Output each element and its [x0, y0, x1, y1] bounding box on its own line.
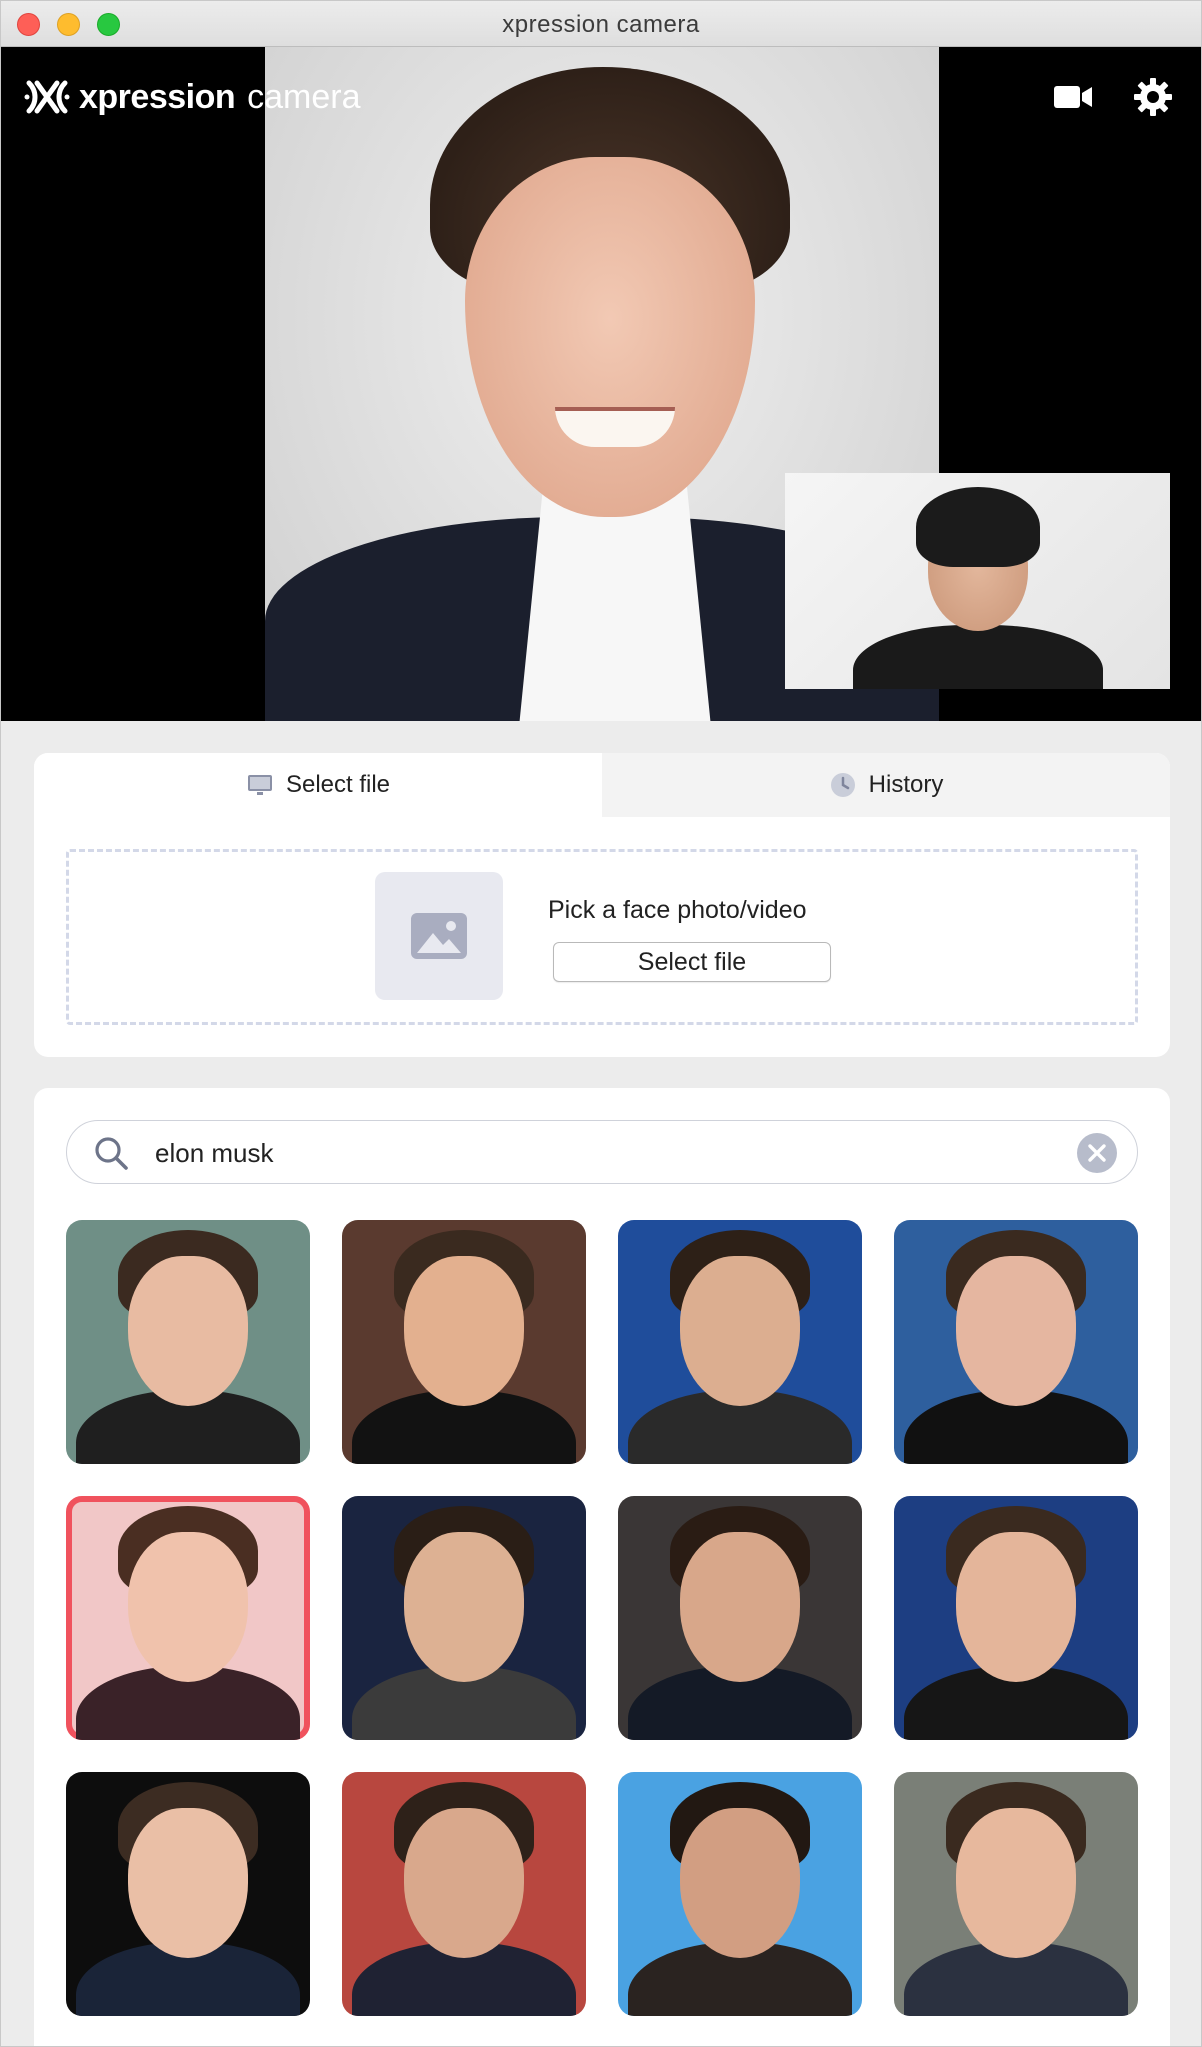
- result-subject-face: [680, 1808, 800, 1958]
- result-subject-face: [956, 1808, 1076, 1958]
- video-camera-icon[interactable]: [1051, 75, 1095, 119]
- app-window: xpression camera xpression camera Select…: [0, 0, 1202, 2047]
- face-result-card[interactable]: [342, 1220, 586, 1464]
- result-subject-face: [404, 1808, 524, 1958]
- pip-subject-body: [853, 625, 1103, 689]
- clock-icon: [830, 773, 855, 797]
- result-subject-face: [680, 1256, 800, 1406]
- feed-subject-face: [465, 157, 755, 517]
- result-subject-face: [956, 1256, 1076, 1406]
- face-result-card[interactable]: [66, 1220, 310, 1464]
- search-icon: [95, 1137, 128, 1170]
- clear-search-button[interactable]: [1077, 1133, 1117, 1173]
- search-box: [66, 1120, 1138, 1184]
- result-subject-face: [404, 1256, 524, 1406]
- tab-history-label: History: [868, 771, 944, 798]
- face-result-card[interactable]: [618, 1772, 862, 2016]
- brand-name-light: camera: [247, 77, 361, 116]
- file-dropzone[interactable]: Pick a face photo/video Select file: [66, 849, 1138, 1025]
- close-icon: [1088, 1144, 1106, 1162]
- face-result-card[interactable]: [894, 1496, 1138, 1740]
- title-bar: xpression camera: [1, 1, 1201, 47]
- monitor-icon: [247, 775, 272, 795]
- result-subject-face: [680, 1532, 800, 1682]
- result-subject-face: [956, 1532, 1076, 1682]
- brand-name-bold: xpression: [79, 77, 236, 116]
- file-picker-panel: Select file History Pick a face photo/vi…: [34, 753, 1170, 1057]
- face-result-card[interactable]: [894, 1772, 1138, 2016]
- face-result-card[interactable]: [894, 1220, 1138, 1464]
- face-result-card[interactable]: [66, 1496, 310, 1740]
- select-file-button[interactable]: Select file: [553, 942, 831, 982]
- video-preview: xpression camera: [1, 47, 1201, 721]
- image-icon: [411, 913, 467, 959]
- face-result-card[interactable]: [342, 1772, 586, 2016]
- gear-icon[interactable]: [1131, 75, 1175, 119]
- search-input[interactable]: [153, 1133, 1033, 1173]
- pick-face-label: Pick a face photo/video: [548, 896, 807, 924]
- tab-select-file-label: Select file: [285, 771, 391, 798]
- self-camera-preview: [785, 473, 1170, 689]
- face-result-card[interactable]: [618, 1220, 862, 1464]
- result-subject-face: [128, 1532, 248, 1682]
- face-result-card[interactable]: [618, 1496, 862, 1740]
- result-subject-face: [404, 1532, 524, 1682]
- face-result-card[interactable]: [342, 1496, 586, 1740]
- face-result-card[interactable]: [66, 1772, 310, 2016]
- result-subject-face: [128, 1808, 248, 1958]
- media-placeholder: [375, 872, 503, 1000]
- source-tabs: Select file History: [34, 753, 1170, 817]
- pip-subject-hair: [916, 487, 1040, 567]
- window-title: xpression camera: [502, 11, 700, 38]
- tab-history[interactable]: History: [602, 753, 1170, 817]
- result-subject-face: [128, 1256, 248, 1406]
- tab-select-file[interactable]: Select file: [34, 753, 602, 817]
- brand-logo: xpression camera: [23, 71, 361, 123]
- search-panel: [34, 1088, 1170, 2046]
- xpression-logo-icon: [24, 80, 70, 114]
